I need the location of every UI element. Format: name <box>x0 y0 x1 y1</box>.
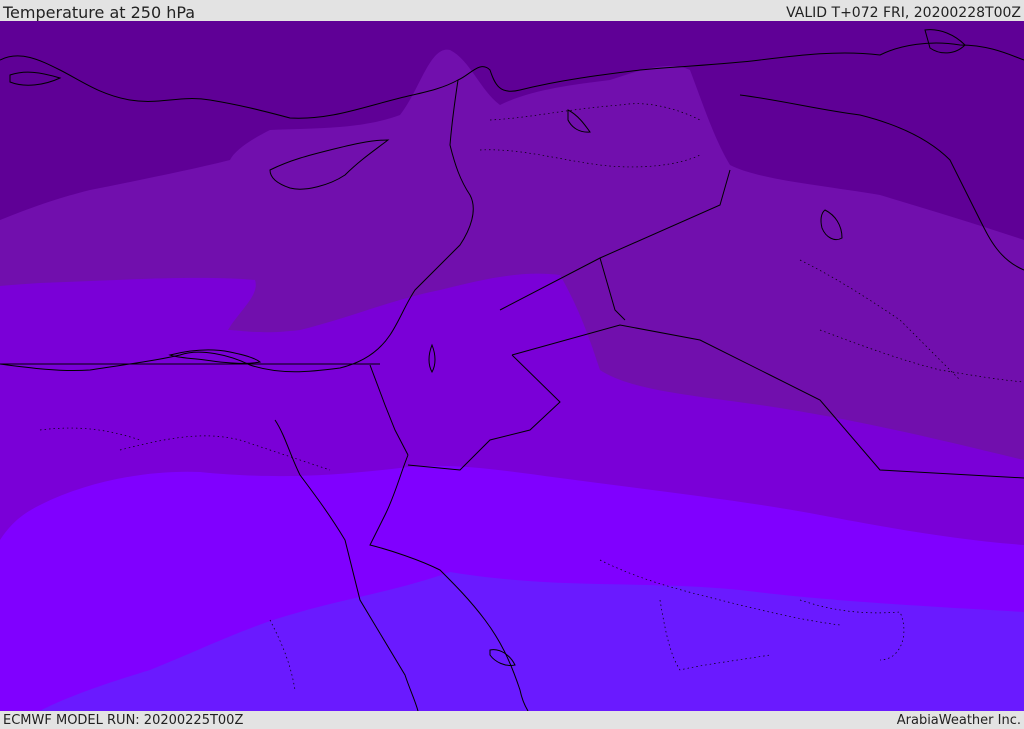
map-canvas <box>0 21 1024 711</box>
model-run: ECMWF MODEL RUN: 20200225T00Z <box>3 713 244 728</box>
footer-bar: ECMWF MODEL RUN: 20200225T00Z ArabiaWeat… <box>0 711 1024 729</box>
valid-time: VALID T+072 FRI, 20200228T00Z <box>786 5 1021 21</box>
credit-label: ArabiaWeather Inc. <box>896 713 1021 728</box>
weather-map[interactable] <box>0 21 1024 711</box>
map-title: Temperature at 250 hPa <box>3 3 196 22</box>
header-bar: Temperature at 250 hPa VALID T+072 FRI, … <box>0 0 1024 22</box>
